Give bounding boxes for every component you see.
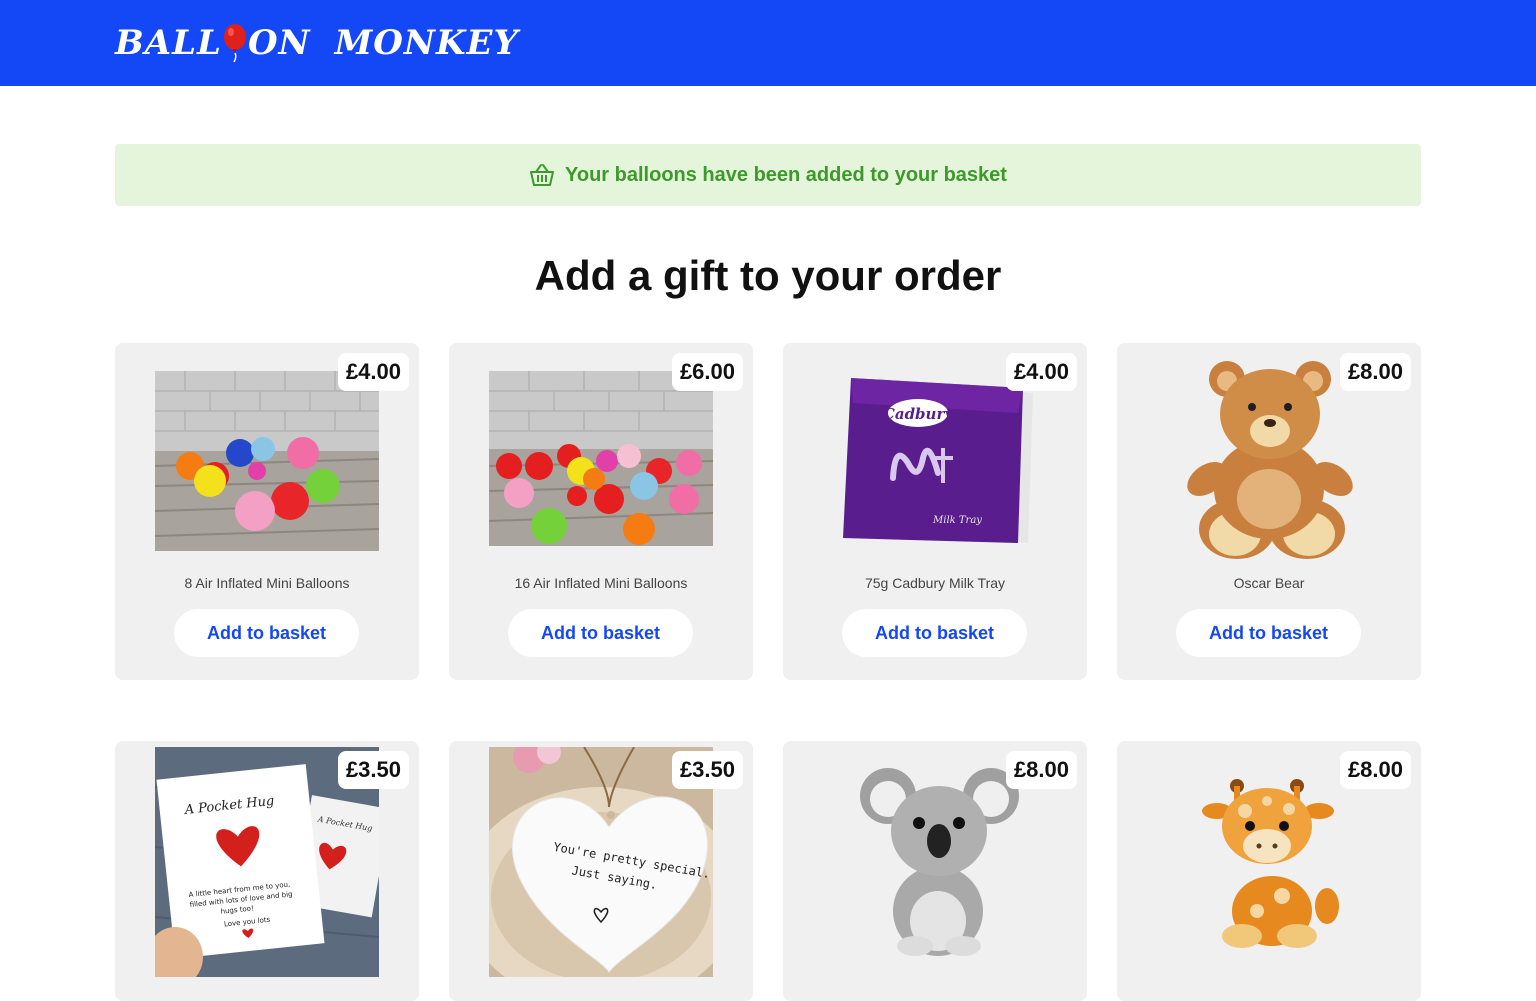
product-image-koala-plush[interactable] [823,761,1047,961]
balloon-monkey-logo[interactable]: BALL ON MONKEY [115,20,519,66]
product-price: £3.50 [671,751,743,789]
product-card: £8.00 [1117,741,1421,1001]
add-to-basket-button[interactable]: Add to basket [842,609,1027,657]
product-name: Oscar Bear [1233,575,1305,591]
logo-word-part: ON [247,23,311,63]
milk-tray-logo-text: Milk Tray [932,515,982,526]
product-price: £8.00 [1005,751,1077,789]
product-card: Cadbury Milk Tray £4.00 75g Cadbury Milk… [783,343,1087,680]
product-image-milk-tray[interactable]: Cadbury Milk Tray [823,373,1047,548]
product-image-mini-balloons-16[interactable] [489,371,713,546]
balloon-logo-icon [223,24,246,63]
product-card: A Pocket Hug A Pocket Hug A little heart… [115,741,419,1001]
basket-icon [530,164,555,186]
cadbury-logo-text: Cadbury [883,405,954,423]
product-price: £4.00 [337,353,409,391]
product-price: £8.00 [1339,751,1411,789]
product-price: £4.00 [1005,353,1077,391]
product-card: You're pretty special. Just saying. £3.5… [449,741,753,1001]
product-image-mini-balloons-8[interactable] [155,371,379,551]
product-price: £8.00 [1339,353,1411,391]
basket-success-alert: Your balloons have been added to your ba… [115,144,1421,206]
page-title: Add a gift to your order [534,252,1002,299]
product-name: 75g Cadbury Milk Tray [864,575,1006,591]
add-to-basket-button[interactable]: Add to basket [508,609,693,657]
product-card: £8.00 Oscar Bear Add to basket [1117,343,1421,680]
product-image-giraffe-plush[interactable] [1157,771,1381,951]
alert-message: Your balloons have been added to your ba… [565,163,1007,186]
product-price: £3.50 [337,751,409,789]
product-name: 8 Air Inflated Mini Balloons [184,575,350,591]
product-name: 16 Air Inflated Mini Balloons [514,575,688,591]
logo-word-monkey: MONKEY [334,23,519,63]
add-to-basket-button[interactable]: Add to basket [174,609,359,657]
logo-word-part: BALL [115,23,222,63]
product-card: £6.00 16 Air Inflated Mini Balloons Add … [449,343,753,680]
site-header: BALL ON MONKEY [0,0,1536,86]
product-price: £6.00 [671,353,743,391]
add-to-basket-button[interactable]: Add to basket [1176,609,1361,657]
product-card: £8.00 [783,741,1087,1001]
product-card: £4.00 8 Air Inflated Mini Balloons Add t… [115,343,419,680]
